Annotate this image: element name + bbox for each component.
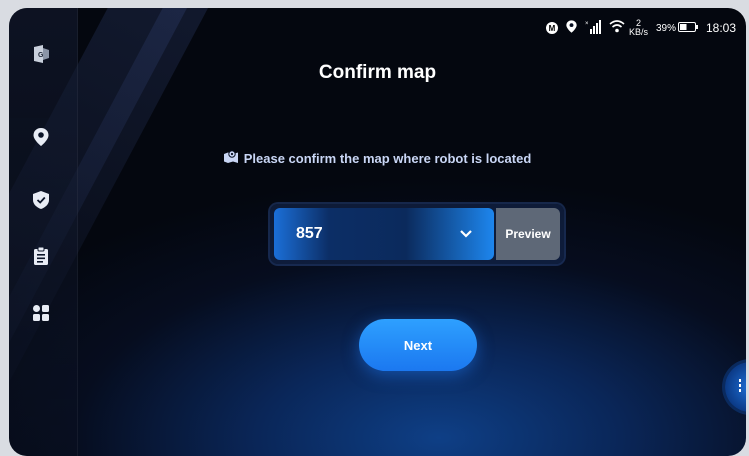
clipboard-icon[interactable] (31, 246, 51, 266)
location-pin-icon[interactable] (31, 127, 51, 147)
shield-check-icon[interactable] (31, 190, 51, 210)
floating-menu-button[interactable] (725, 362, 746, 412)
page-title: Confirm map (318, 62, 437, 83)
map-selector: 857 Preview (270, 204, 564, 264)
svg-text:×: × (585, 21, 589, 27)
network-speed-unit: KB/s (628, 27, 648, 37)
status-bar: M × 2 KB/s 39% 18:03 (545, 18, 736, 38)
battery-percent: 39% (655, 22, 676, 34)
app-screen: G M × 2 KB/s 39% 18:03 Confirm map Pleas… (9, 8, 746, 456)
battery-icon (677, 21, 698, 35)
apps-grid-icon[interactable] (31, 303, 51, 323)
map-dropdown[interactable]: 857 (274, 208, 494, 260)
location-status-icon (566, 20, 577, 36)
chevron-down-icon (460, 225, 472, 243)
selected-map: 857 (296, 225, 323, 242)
prompt-text: Please confirm the map where robot is lo… (243, 150, 532, 166)
svg-text:G: G (38, 52, 44, 59)
signal-icon: × (585, 19, 601, 37)
logo-icon[interactable]: G (31, 44, 51, 64)
map-prompt: Please confirm the map where robot is lo… (9, 150, 746, 166)
next-button[interactable]: Next (359, 319, 477, 371)
network-speed: 2 KB/s (629, 19, 648, 37)
wifi-icon (609, 20, 625, 36)
menu-icon (739, 378, 743, 396)
m-badge-icon: M (545, 22, 558, 34)
clock: 18:03 (705, 21, 736, 35)
map-pin-icon (223, 150, 238, 166)
preview-button[interactable]: Preview (496, 208, 560, 260)
